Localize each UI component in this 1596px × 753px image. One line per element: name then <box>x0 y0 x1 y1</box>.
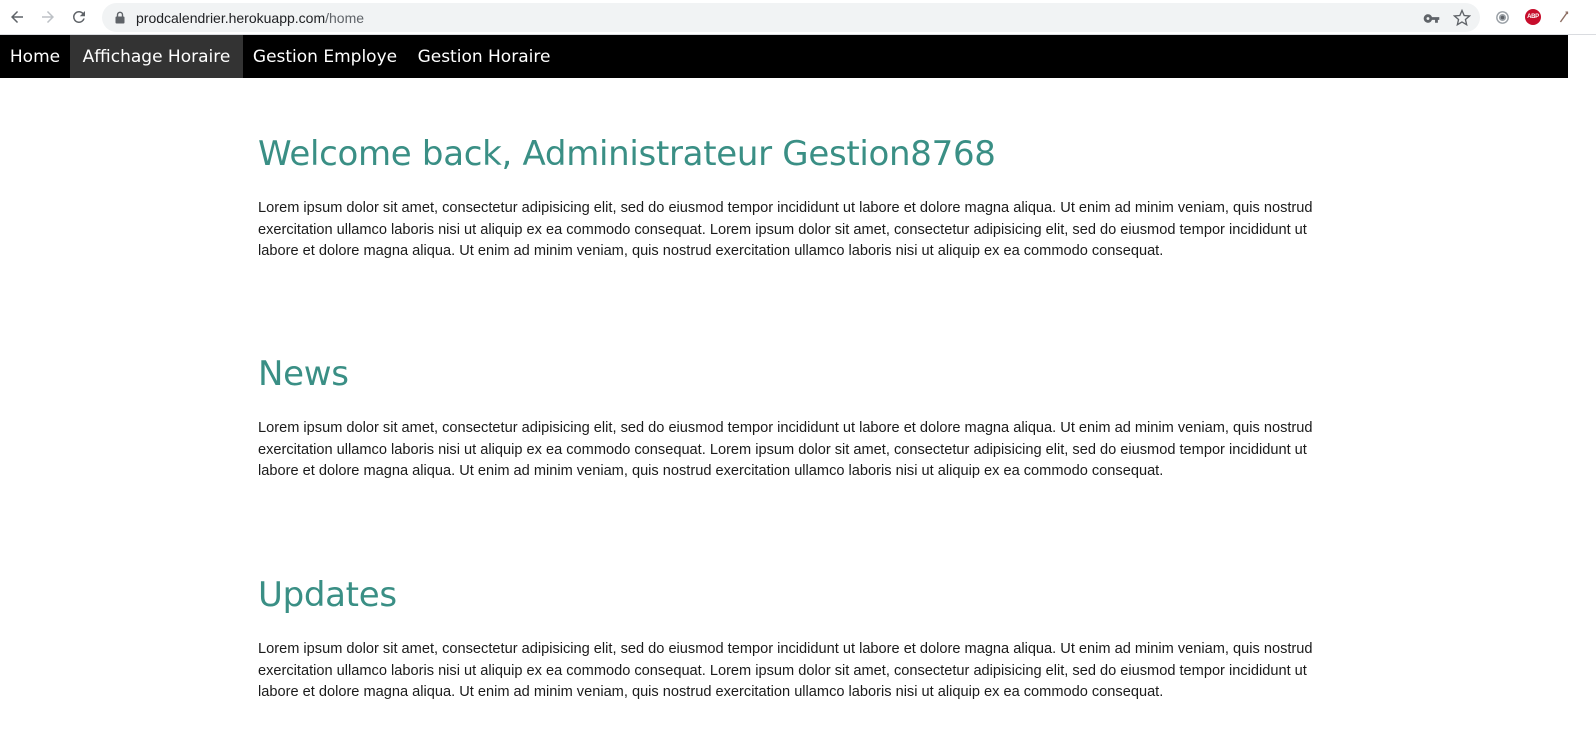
nav-gestion-employe[interactable]: Gestion Employe <box>243 35 407 78</box>
key-icon[interactable] <box>1422 9 1440 27</box>
forward-arrow-icon[interactable] <box>36 5 60 29</box>
browser-toolbar: prodcalendrier.herokuapp.com/home ABP <box>0 0 1596 35</box>
settings-gear-extension-icon[interactable] <box>1493 8 1511 26</box>
adblock-plus-label: ABP <box>1525 9 1541 25</box>
url-text: prodcalendrier.herokuapp.com/home <box>136 10 364 26</box>
welcome-text: Lorem ipsum dolor sit amet, consectetur … <box>258 200 1313 259</box>
address-bar[interactable]: prodcalendrier.herokuapp.com/home <box>102 3 1480 32</box>
nav-gestion-horaire[interactable]: Gestion Horaire <box>407 35 561 78</box>
nav-home[interactable]: Home <box>0 35 70 78</box>
page-scrollbar[interactable] <box>1568 35 1596 753</box>
extension-icon[interactable] <box>1555 8 1573 26</box>
news-title: News <box>258 354 349 394</box>
url-host: prodcalendrier.herokuapp.com <box>136 10 326 26</box>
lock-icon <box>115 11 125 24</box>
updates-title: Updates <box>258 575 397 615</box>
adblock-plus-icon[interactable]: ABP <box>1524 8 1542 26</box>
url-path: /home <box>325 10 365 26</box>
star-bookmark-icon[interactable] <box>1453 9 1471 27</box>
welcome-title: Welcome back, Administrateur Gestion8768 <box>258 134 996 174</box>
updates-text: Lorem ipsum dolor sit amet, consectetur … <box>258 641 1313 700</box>
nav-affichage-horaire[interactable]: Affichage Horaire <box>70 35 243 78</box>
reload-icon[interactable] <box>67 5 91 29</box>
site-navbar: Home Affichage Horaire Gestion Employe G… <box>0 35 1596 78</box>
news-text: Lorem ipsum dolor sit amet, consectetur … <box>258 420 1313 479</box>
back-arrow-icon[interactable] <box>5 5 29 29</box>
